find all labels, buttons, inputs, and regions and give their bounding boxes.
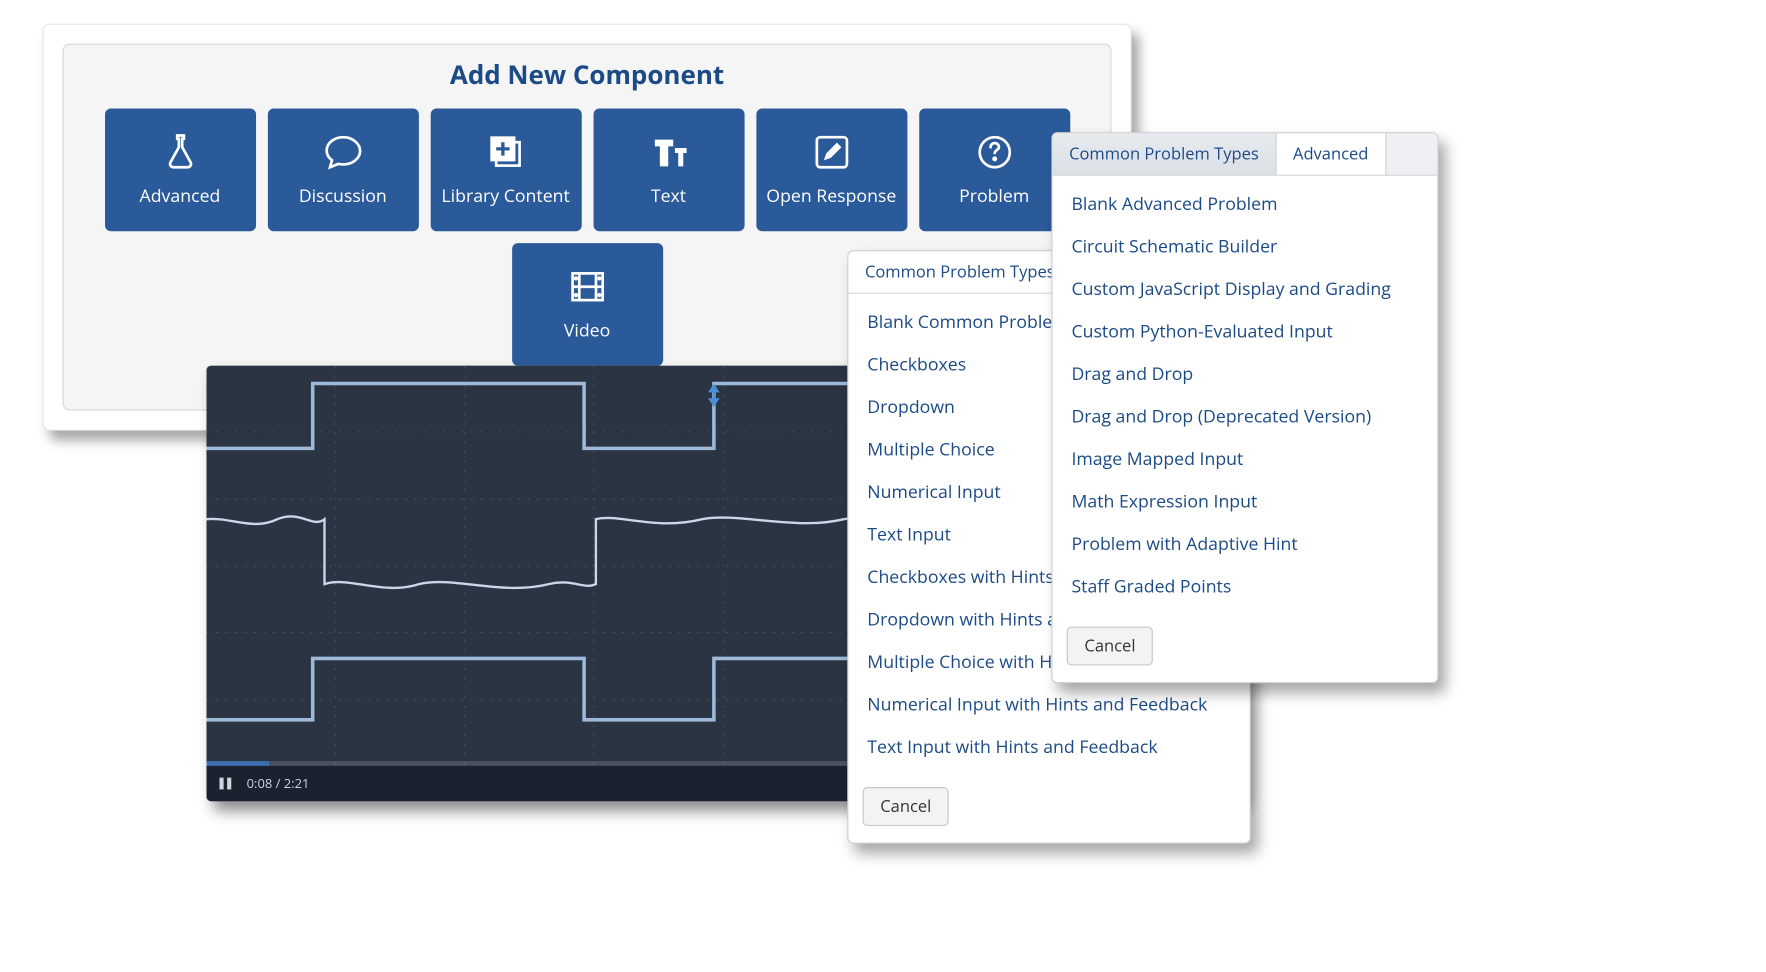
pause-button[interactable] — [218, 776, 232, 790]
list-item[interactable]: Math Expression Input — [1053, 480, 1438, 522]
cancel-button[interactable]: Cancel — [863, 787, 949, 826]
list-item[interactable]: Drag and Drop — [1053, 353, 1438, 395]
list-item[interactable]: Drag and Drop (Deprecated Version) — [1053, 395, 1438, 437]
tile-advanced[interactable]: Advanced — [104, 109, 255, 232]
tile-problem[interactable]: Problem — [919, 109, 1070, 232]
tile-discussion[interactable]: Discussion — [267, 109, 418, 232]
tab-common-problem-types[interactable]: Common Problem Types — [848, 251, 1072, 293]
tile-label: Problem — [959, 184, 1029, 208]
edit-square-icon — [811, 132, 851, 172]
cancel-button[interactable]: Cancel — [1067, 627, 1153, 666]
panel-title: Add New Component — [64, 57, 1111, 92]
list-item[interactable]: Custom Python-Evaluated Input — [1053, 310, 1438, 352]
speech-bubble-icon — [323, 132, 363, 172]
library-plus-icon — [486, 132, 526, 172]
tile-label: Video — [564, 319, 610, 343]
advanced-problem-types-popup: Common Problem Types Advanced Blank Adva… — [1051, 132, 1438, 683]
list-item[interactable]: Problem with Adaptive Hint — [1053, 523, 1438, 565]
tab-common-problem-types[interactable]: Common Problem Types — [1053, 133, 1277, 174]
tile-label: Discussion — [299, 184, 387, 208]
list-item[interactable]: Image Mapped Input — [1053, 438, 1438, 480]
list-item[interactable]: Custom JavaScript Display and Grading — [1053, 268, 1438, 310]
tile-label: Advanced — [140, 184, 221, 208]
list-item[interactable]: Blank Advanced Problem — [1053, 183, 1438, 225]
flask-icon — [160, 132, 200, 172]
tile-label: Text — [651, 184, 686, 208]
popup-advanced-tabs: Common Problem Types Advanced — [1053, 133, 1438, 175]
video-time: 0:08 / 2:21 — [247, 775, 310, 793]
tile-label: Library Content — [441, 184, 569, 208]
text-icon — [648, 132, 688, 172]
list-item[interactable]: Circuit Schematic Builder — [1053, 225, 1438, 267]
film-icon — [567, 267, 607, 307]
advanced-problem-list: Blank Advanced Problem Circuit Schematic… — [1053, 176, 1438, 615]
tab-advanced[interactable]: Advanced — [1276, 133, 1386, 175]
question-circle-icon — [974, 132, 1014, 172]
tile-library-content[interactable]: Library Content — [430, 109, 581, 232]
tile-text[interactable]: Text — [593, 109, 744, 232]
tile-open-response[interactable]: Open Response — [756, 109, 907, 232]
list-item[interactable]: Numerical Input with Hints and Feedback — [848, 683, 1249, 725]
list-item[interactable]: Text Input with Hints and Feedback — [848, 726, 1249, 768]
tile-video[interactable]: Video — [512, 243, 663, 366]
tile-label: Open Response — [766, 184, 896, 208]
list-item[interactable]: Staff Graded Points — [1053, 565, 1438, 607]
